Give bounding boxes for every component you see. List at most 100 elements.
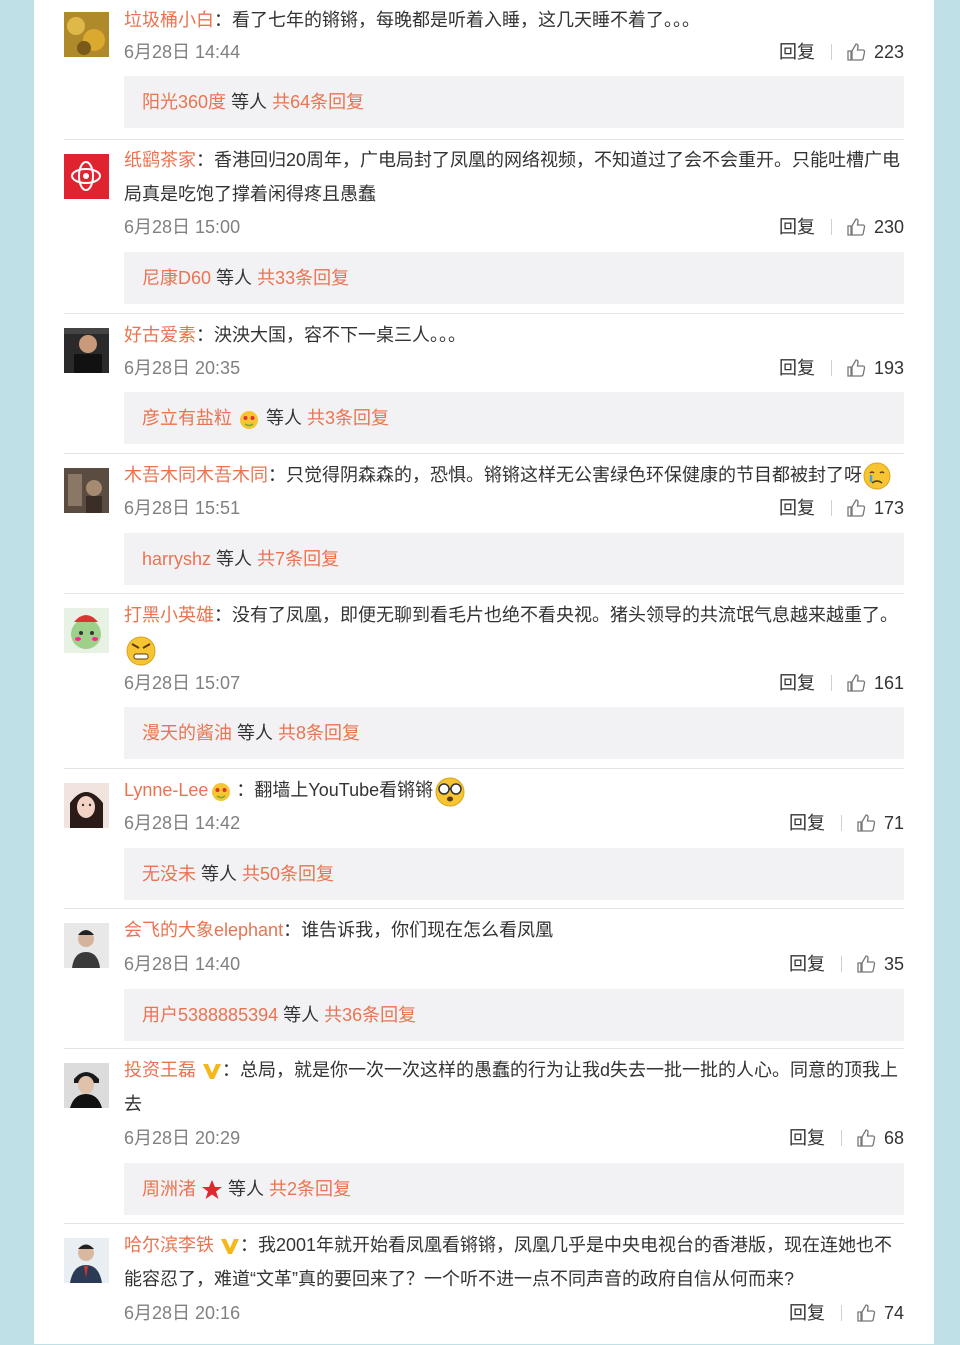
avatar[interactable]: [64, 608, 109, 653]
red-star-icon: [202, 1180, 223, 1200]
reply-user[interactable]: harryshz: [142, 549, 211, 569]
reply-count-link[interactable]: 共3条回复: [307, 408, 389, 428]
like-button[interactable]: 223: [846, 37, 904, 67]
thumbs-up-icon: [857, 814, 876, 832]
action-divider: [830, 675, 832, 691]
thumbs-up-icon: [847, 674, 866, 692]
action-divider: [830, 44, 832, 60]
reply-button[interactable]: 回复: [779, 668, 815, 698]
avatar[interactable]: [64, 468, 109, 513]
emoji-icon: [240, 411, 259, 430]
username[interactable]: Lynne-Lee: [124, 780, 208, 800]
comment-time: 6月28日 20:16: [124, 1303, 241, 1323]
reply-count-link[interactable]: 共33条回复: [257, 268, 349, 288]
reply-count-link[interactable]: 共50条回复: [242, 864, 334, 884]
reply-summary[interactable]: 用户5388885394 等人 共36条回复: [124, 989, 904, 1041]
reply-summary[interactable]: 周洲渚 等人 共2条回复: [124, 1163, 904, 1215]
action-divider: [840, 1305, 842, 1321]
reply-summary[interactable]: harryshz 等人 共7条回复: [124, 533, 904, 585]
verified-badge-icon: [203, 1064, 221, 1080]
reply-summary[interactable]: 无没未 等人 共50条回复: [124, 848, 904, 900]
reply-button[interactable]: 回复: [779, 353, 815, 383]
comment-text: 垃圾桶小白：看了七年的锵锵，每晚都是听着入睡，这几天睡不着了。。。: [124, 10, 700, 30]
like-count: 161: [873, 673, 904, 693]
reply-summary[interactable]: 彦立有盐粒 等人 共3条回复: [124, 392, 904, 444]
reply-user[interactable]: 周洲渚: [142, 1179, 196, 1199]
action-divider: [840, 1130, 842, 1146]
like-button[interactable]: 230: [846, 212, 904, 242]
username[interactable]: 垃圾桶小白: [124, 10, 214, 30]
comment-text: 打黑小英雄：没有了凤凰，即便无聊到看毛片也绝不看央视。猪头领导的共流氓气息越来越…: [124, 598, 904, 666]
username[interactable]: 会飞的大象elephant: [124, 920, 283, 940]
comment-item: 垃圾桶小白：看了七年的锵锵，每晚都是听着入睡，这几天睡不着了。。。 6月28日 …: [64, 0, 904, 140]
reply-user[interactable]: 漫天的酱油: [142, 723, 232, 743]
like-button[interactable]: 71: [856, 808, 904, 838]
avatar[interactable]: [64, 1063, 109, 1108]
comment-text: 好古爱素：泱泱大国，容不下一桌三人。。。: [124, 325, 466, 345]
reply-summary[interactable]: 尼康D60 等人 共33条回复: [124, 252, 904, 304]
action-divider: [840, 956, 842, 972]
reply-user[interactable]: 无没未: [142, 864, 196, 884]
reply-count-link[interactable]: 共2条回复: [269, 1179, 351, 1199]
avatar[interactable]: [64, 154, 109, 199]
action-divider: [830, 500, 832, 516]
comment-time: 6月28日 15:00: [124, 217, 241, 237]
shocked-glasses-face-icon: [435, 777, 465, 807]
like-count: 68: [883, 1128, 904, 1148]
avatar[interactable]: [64, 12, 109, 57]
like-button[interactable]: 193: [846, 353, 904, 383]
comment-text: 纸鹞茶家：香港回归20周年，广电局封了凤凰的网络视频，不知道过了会不会重开。只能…: [124, 150, 901, 204]
comment-text: 哈尔滨李铁 ：我2001年就开始看凤凰看锵锵，凤凰几乎是中央电视台的香港版，现在连…: [124, 1235, 893, 1289]
comment-time: 6月28日 15:51: [124, 498, 241, 518]
comment-text: 木吾木同木吾木同：只觉得阴森森的，恐惧。锵锵这样无公害绿色环保健康的节目都被封了…: [124, 458, 904, 492]
username[interactable]: 投资王磊: [124, 1060, 196, 1080]
reply-button[interactable]: 回复: [779, 37, 815, 67]
username[interactable]: 木吾木同木吾木同: [124, 465, 268, 485]
reply-user[interactable]: 用户5388885394: [142, 1005, 278, 1025]
username[interactable]: 打黑小英雄: [124, 605, 214, 625]
action-divider: [840, 815, 842, 831]
reply-summary[interactable]: 漫天的酱油 等人 共8条回复: [124, 707, 904, 759]
reply-button[interactable]: 回复: [789, 808, 825, 838]
reply-button[interactable]: 回复: [789, 1123, 825, 1153]
comment-time: 6月28日 15:07: [124, 673, 241, 693]
like-button[interactable]: 161: [846, 668, 904, 698]
comment-item: 好古爱素：泱泱大国，容不下一桌三人。。。 6月28日 20:35 回复 193 …: [64, 313, 904, 454]
avatar[interactable]: [64, 1238, 109, 1283]
action-divider: [830, 360, 832, 376]
thumbs-up-icon: [857, 955, 876, 973]
reply-button[interactable]: 回复: [789, 949, 825, 979]
reply-user[interactable]: 尼康D60: [142, 268, 211, 288]
avatar[interactable]: [64, 328, 109, 373]
reply-button[interactable]: 回复: [779, 493, 815, 523]
thumbs-up-icon: [847, 43, 866, 61]
username[interactable]: 纸鹞茶家: [124, 150, 196, 170]
comment-time: 6月28日 20:29: [124, 1128, 241, 1148]
reply-button[interactable]: 回复: [789, 1298, 825, 1328]
username[interactable]: 哈尔滨李铁: [124, 1235, 214, 1255]
reply-count-link[interactable]: 共36条回复: [324, 1005, 416, 1025]
comment-content: 只觉得阴森森的，恐惧。锵锵这样无公害绿色环保健康的节目都被封了呀: [286, 465, 862, 485]
reply-count-link[interactable]: 共64条回复: [272, 92, 364, 112]
like-button[interactable]: 74: [856, 1298, 904, 1328]
like-button[interactable]: 68: [856, 1123, 904, 1153]
reply-user[interactable]: 彦立有盐粒: [142, 408, 232, 428]
reply-summary[interactable]: 阳光360度 等人 共64条回复: [124, 76, 904, 128]
comment-content: 总局，就是你一次一次这样的愚蠢的行为让我d失去一批一批的人心。同意的顶我上去: [124, 1060, 899, 1114]
angry-face-icon: [126, 636, 156, 666]
comment-content: 谁告诉我，你们现在怎么看凤凰: [301, 920, 554, 940]
avatar[interactable]: [64, 783, 109, 828]
username[interactable]: 好古爱素: [124, 325, 196, 345]
reply-count-link[interactable]: 共7条回复: [257, 549, 339, 569]
reply-user[interactable]: 阳光360度: [142, 92, 226, 112]
comment-item: 投资王磊 ：总局，就是你一次一次这样的愚蠢的行为让我d失去一批一批的人心。同意的顶…: [64, 1048, 904, 1224]
comment-time: 6月28日 20:35: [124, 358, 241, 378]
reply-count-link[interactable]: 共8条回复: [278, 723, 360, 743]
avatar[interactable]: [64, 923, 109, 968]
like-count: 223: [873, 42, 904, 62]
comment-time: 6月28日 14:44: [124, 42, 241, 62]
like-button[interactable]: 173: [846, 493, 904, 523]
comment-item: 哈尔滨李铁 ：我2001年就开始看凤凰看锵锵，凤凰几乎是中央电视台的香港版，现在连…: [64, 1223, 904, 1345]
reply-button[interactable]: 回复: [779, 212, 815, 242]
like-button[interactable]: 35: [856, 949, 904, 979]
